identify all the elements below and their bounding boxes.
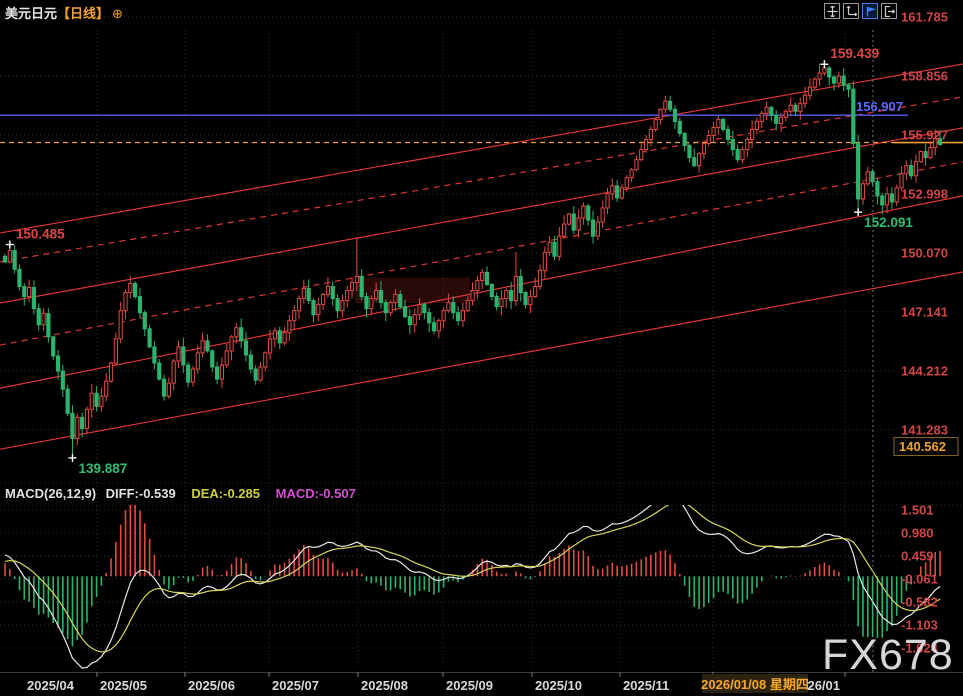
symbol-title: 美元日元 [5, 6, 57, 21]
candles [3, 64, 941, 458]
blue-level-label: 156.907 [856, 99, 903, 114]
fx678-watermark: FX678 [822, 631, 954, 680]
macd-diff-value: DIFF:-0.539 [106, 486, 176, 501]
title-bar: 美元日元【日线】⊕ [5, 3, 123, 22]
svg-text:152.998: 152.998 [901, 186, 948, 201]
macd-params-label: MACD(26,12,9) [5, 486, 96, 501]
extreme-price-label: 152.091 [864, 215, 913, 230]
macd-lines [5, 493, 940, 668]
chart-toolbar [824, 3, 897, 19]
trading-app-window: 156.907150.485139.887159.439152.091161.7… [0, 0, 963, 696]
svg-text:155.927: 155.927 [901, 127, 948, 142]
svg-text:1.501: 1.501 [901, 503, 934, 518]
svg-text:0.459: 0.459 [901, 549, 934, 564]
level-lines: 156.907 [0, 99, 963, 142]
svg-text:2025/04: 2025/04 [27, 678, 75, 693]
price-alert-label: 140.562 [899, 439, 946, 454]
macd-bar-value: MACD:-0.507 [276, 486, 356, 501]
svg-text:-0.061: -0.061 [901, 571, 938, 586]
svg-text:147.141: 147.141 [901, 304, 948, 319]
svg-text:-0.582: -0.582 [901, 594, 938, 609]
svg-text:2025/09: 2025/09 [446, 678, 493, 693]
extreme-price-label: 150.485 [16, 227, 65, 242]
svg-text:2025/07: 2025/07 [272, 678, 319, 693]
svg-text:2025/10: 2025/10 [535, 678, 582, 693]
svg-text:144.212: 144.212 [901, 363, 948, 378]
svg-text:2025/06: 2025/06 [188, 678, 235, 693]
svg-text:141.283: 141.283 [901, 422, 948, 437]
cursor-date-label: 2026/01/08 星期四 [702, 674, 808, 693]
add-indicator-icon[interactable]: ⊕ [112, 6, 123, 21]
price-axis-labels[interactable]: 161.785 158.856 155.927 152.998 150.070 147.1… [894, 10, 958, 456]
svg-text:150.070: 150.070 [901, 245, 948, 260]
extreme-price-label: 139.887 [78, 461, 127, 476]
exit-right-icon[interactable] [881, 3, 897, 19]
chart-canvas[interactable]: 156.907150.485139.887159.439152.091161.7… [0, 0, 963, 696]
timeframe-label: 【日线】 [57, 6, 109, 21]
annotation-markers: 150.485 139.887 159.439 152.091 [6, 46, 914, 476]
axis-scale-icon[interactable] [843, 3, 859, 19]
svg-text:158.856: 158.856 [901, 68, 948, 83]
svg-text:2025/05: 2025/05 [100, 678, 147, 693]
flag-marker-icon[interactable] [862, 3, 878, 19]
channel-lines [0, 64, 963, 449]
macd-dea-value: DEA:-0.285 [191, 486, 260, 501]
svg-text:2025/11: 2025/11 [623, 678, 669, 693]
diff-line [5, 493, 940, 668]
svg-text:0.980: 0.980 [901, 526, 934, 541]
svg-text:2025/08: 2025/08 [361, 678, 408, 693]
macd-histogram [5, 501, 940, 646]
extreme-price-label: 159.439 [830, 46, 879, 61]
pan-tool-icon[interactable] [824, 3, 840, 19]
macd-indicator-header: MACD(26,12,9) DIFF:-0.539 DEA:-0.285 MAC… [5, 486, 356, 501]
svg-text:161.785: 161.785 [901, 10, 948, 25]
